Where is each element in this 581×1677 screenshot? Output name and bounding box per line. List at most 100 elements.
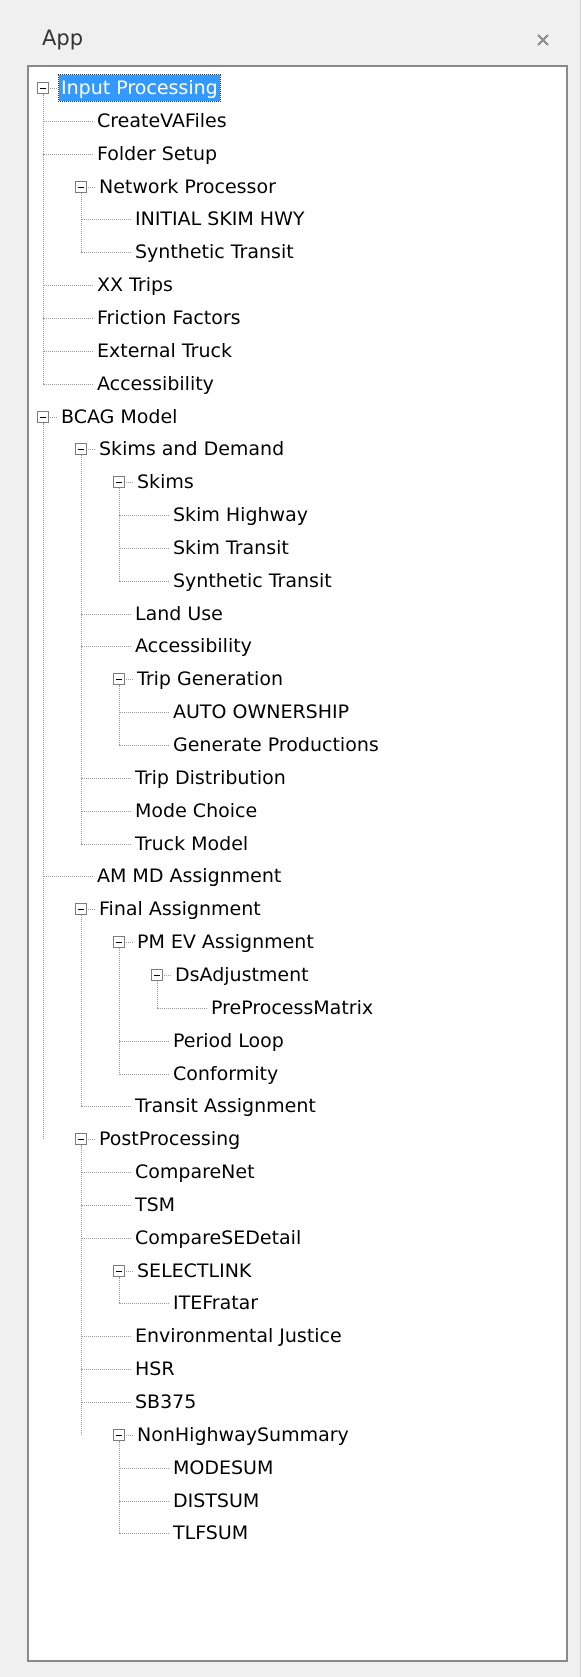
tree-connector-line (119, 547, 169, 549)
tree-connector-line (81, 1237, 131, 1239)
tree-node[interactable]: PostProcessing (29, 1121, 566, 1155)
tree-connector-line (119, 745, 169, 746)
tree-node[interactable]: Final Assignment (29, 891, 566, 925)
tree-connector-line (81, 646, 131, 648)
tree-node[interactable]: Network Processor (29, 169, 566, 203)
tree-node[interactable]: Skim Transit (29, 530, 566, 564)
tree-node[interactable]: Trip Generation (29, 661, 566, 695)
tree-node-label: AM MD Assignment (97, 865, 282, 888)
tree-node[interactable]: CreateVAFiles (29, 103, 566, 137)
tree-node[interactable]: NonHighwaySummary (29, 1417, 566, 1451)
tree-connector-line (43, 876, 93, 878)
tree-connector-line (50, 88, 57, 89)
close-icon[interactable] (533, 30, 553, 50)
tree-node-label: Conformity (173, 1062, 279, 1085)
tree-node[interactable]: CompareNet (29, 1154, 566, 1188)
tree-connector-line (81, 843, 131, 845)
tree-node[interactable]: Skims (29, 464, 566, 498)
tree-node[interactable]: DsAdjustment (29, 957, 566, 991)
tree-node-label: Skim Transit (173, 536, 289, 559)
tree-connector-line (43, 285, 93, 287)
tree-node[interactable]: SELECTLINK (29, 1253, 566, 1287)
tree-node-label: Period Loop (173, 1029, 284, 1052)
tree-node[interactable]: Synthetic Transit (29, 234, 566, 268)
tree-connector-line (43, 383, 93, 385)
tree-node-label: HSR (135, 1358, 175, 1381)
tree-node[interactable]: Environmental Justice (29, 1318, 566, 1352)
tree-node[interactable]: TSM (29, 1187, 566, 1221)
tree-node-label: CreateVAFiles (97, 109, 227, 132)
tree-node[interactable]: Land Use (29, 596, 566, 630)
tree-node[interactable]: BCAG Model (29, 399, 566, 433)
tree-node[interactable]: MODESUM (29, 1450, 566, 1484)
tree-node-label: DsAdjustment (175, 963, 309, 986)
panel-title: App (42, 26, 84, 50)
tree-node[interactable]: XX Trips (29, 267, 566, 301)
tree-node-label: Folder Setup (97, 142, 218, 165)
collapse-minus-icon[interactable] (113, 673, 125, 686)
tree-node[interactable]: Period Loop (29, 1023, 566, 1057)
tree-view[interactable]: Input Processing CreateVAFiles Folder Setu… (27, 65, 568, 1662)
tree-connector-line (81, 219, 131, 221)
tree-node[interactable]: Skim Highway (29, 497, 566, 531)
collapse-minus-icon[interactable] (151, 968, 163, 981)
tree-node-label: Trip Generation (137, 668, 283, 691)
tree-node-label: Network Processor (99, 175, 276, 198)
collapse-minus-icon[interactable] (113, 476, 125, 489)
collapse-minus-icon[interactable] (37, 410, 49, 423)
tree-connector-line (81, 1172, 131, 1174)
tree-connector-line (126, 482, 133, 484)
tree-node[interactable]: ITEFratar (29, 1285, 566, 1319)
tree-connector-line (81, 810, 131, 812)
tree-node[interactable]: AUTO OWNERSHIP (29, 694, 566, 728)
tree-node-label: Transit Assignment (135, 1095, 316, 1118)
tree-connector-line (81, 1402, 131, 1403)
tree-node-label: MODESUM (173, 1456, 274, 1479)
tree-connector-line (119, 1303, 169, 1305)
tree-node[interactable]: DISTSUM (29, 1483, 566, 1517)
tree-connector-line (81, 1336, 131, 1338)
tree-node[interactable]: PM EV Assignment (29, 924, 566, 958)
tree-connector-line (119, 515, 169, 517)
tree-node[interactable]: External Truck (29, 333, 566, 367)
tree-node-label: Synthetic Transit (173, 569, 332, 592)
tree-connector-line (43, 317, 93, 319)
tree-node[interactable]: TLFSUM (29, 1515, 566, 1549)
tree-node[interactable]: Trip Distribution (29, 760, 566, 794)
collapse-minus-icon[interactable] (75, 443, 87, 456)
tree-node[interactable]: Truck Model (29, 826, 566, 860)
tree-node-label: Trip Distribution (135, 766, 286, 789)
tree-node[interactable]: Generate Productions (29, 727, 566, 761)
tree-node[interactable]: HSR (29, 1351, 566, 1385)
collapse-minus-icon[interactable] (75, 1133, 87, 1146)
tree-connector-line (43, 153, 93, 155)
tree-node[interactable]: Mode Choice (29, 793, 566, 827)
tree-node[interactable]: Accessibility (29, 366, 566, 400)
collapse-minus-icon[interactable] (75, 180, 87, 193)
tree-node[interactable]: Conformity (29, 1056, 566, 1090)
tree-node[interactable]: Accessibility (29, 628, 566, 662)
collapse-minus-icon[interactable] (113, 936, 125, 949)
tree-node[interactable]: Skims and Demand (29, 431, 566, 465)
tree-connector-line (88, 449, 95, 451)
tree-node-label: Synthetic Transit (135, 241, 294, 264)
tree-node[interactable]: Friction Factors (29, 300, 566, 334)
tree-node[interactable]: SB375 (29, 1384, 566, 1418)
tree-connector-line (81, 1106, 131, 1108)
collapse-minus-icon[interactable] (37, 82, 49, 94)
tree-node[interactable]: Transit Assignment (29, 1088, 566, 1122)
tree-node[interactable]: AM MD Assignment (29, 858, 566, 892)
tree-node[interactable]: Synthetic Transit (29, 563, 566, 597)
tree-node[interactable]: Input Processing (29, 70, 566, 104)
tree-node[interactable]: INITIAL SKIM HWY (29, 201, 566, 235)
collapse-minus-icon[interactable] (113, 1264, 125, 1277)
tree-node[interactable]: Folder Setup (29, 136, 566, 170)
collapse-minus-icon[interactable] (113, 1428, 125, 1441)
tree-node-label: SELECTLINK (137, 1259, 252, 1282)
tree-node-label: Land Use (135, 602, 223, 625)
collapse-minus-icon[interactable] (75, 903, 87, 916)
tree-node-label: ITEFratar (173, 1292, 259, 1315)
tree-node[interactable]: PreProcessMatrix (29, 990, 566, 1024)
tree-node[interactable]: CompareSEDetail (29, 1220, 566, 1254)
tree-node-label: Accessibility (97, 372, 214, 395)
